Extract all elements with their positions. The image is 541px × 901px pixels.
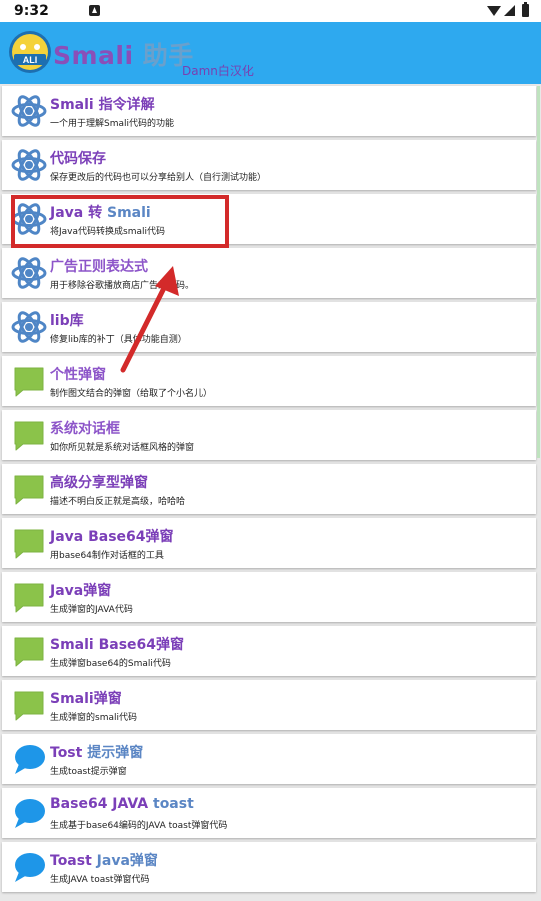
app-logo-icon: ALI [9, 31, 51, 73]
chat-square-icon [14, 691, 44, 721]
app-bar: ALI Smali 助手 Damn白汉化 [0, 22, 541, 84]
list-item-title: Java Base64弹窗 [50, 529, 174, 545]
list-item-description: 生成基于base64编码的JAVA toast弹窗代码 [50, 821, 228, 831]
list-item-title: lib库 [50, 313, 84, 329]
list-item-description: 用base64制作对话框的工具 [50, 551, 164, 561]
list-item-description: 制作图文结合的弹窗（给取了个小名儿） [50, 389, 213, 399]
chat-square-icon [14, 529, 44, 559]
wifi-icon [487, 6, 501, 16]
list-item-title: 高级分享型弹窗 [50, 475, 148, 491]
atom-icon [11, 311, 47, 343]
list-item-title: 代码保存 [50, 151, 106, 167]
list-item-title-part-a: Toast [50, 853, 97, 869]
list-item[interactable]: Toast Java弹窗生成JAVA toast弹窗代码 [2, 842, 536, 892]
list-item-title-part-b: toast [153, 796, 194, 812]
list-item-description: 描述不明白反正就是高级，哈哈哈 [50, 497, 186, 507]
list-item-title-part-b: 提示弹窗 [87, 745, 144, 761]
battery-icon [522, 2, 529, 17]
list-item-description: 如你所见就是系统对话框风格的弹窗 [50, 443, 195, 453]
list-item-title: Smali Base64弹窗 [50, 637, 185, 653]
list-item-description: 保存更改后的代码也可以分享给别人（自行测试功能） [50, 173, 267, 183]
list-item[interactable]: Smali Base64弹窗生成弹窗base64的Smali代码 [2, 626, 536, 676]
list-item-title-part-a: Tost [50, 745, 88, 761]
list-item[interactable]: 广告正则表达式 用于移除谷歌播放商店广告的代码。 [2, 248, 536, 298]
list-item[interactable]: 个性弹窗制作图文结合的弹窗（给取了个小名儿） [2, 356, 536, 406]
list-item[interactable]: Java Base64弹窗用base64制作对话框的工具 [2, 518, 536, 568]
list-item-description: 生成弹窗的smali代码 [50, 713, 137, 723]
list-item-description: 生成弹窗base64的Smali代码 [50, 659, 171, 669]
list-item-title: 系统对话框 [50, 421, 120, 437]
app-subtitle: Damn白汉化 [182, 64, 254, 78]
annotation-arrow-icon [120, 266, 179, 373]
chat-square-icon [14, 637, 44, 667]
atom-icon [11, 149, 47, 181]
chat-bubble-icon [15, 853, 45, 882]
list-item-description: 生成JAVA toast弹窗代码 [50, 875, 150, 885]
list-item[interactable]: 高级分享型弹窗描述不明白反正就是高级，哈哈哈 [2, 464, 536, 514]
chat-bubble-icon [15, 799, 45, 828]
chat-square-icon [14, 475, 44, 505]
chat-bubble-icon [15, 745, 45, 774]
list-item-title: Smali弹窗 [50, 691, 122, 707]
signal-icon [504, 5, 515, 16]
list-item-title: Base64 JAVA toast [50, 796, 194, 812]
highlight-box [11, 195, 229, 248]
list-item-title: 个性弹窗 [50, 367, 106, 383]
list-item-title: Smali 指令详解 [50, 97, 155, 113]
list-item-description: 一个用于理解Smali代码的功能 [50, 119, 174, 129]
list-item-title: Java弹窗 [50, 583, 112, 599]
status-bar: 9:32 [0, 0, 541, 22]
list-item[interactable]: 代码保存保存更改后的代码也可以分享给别人（自行测试功能） [2, 140, 536, 190]
list-item-title-part-a: Base64 JAVA [50, 796, 153, 812]
list-item[interactable]: Smali 指令详解一个用于理解Smali代码的功能 [2, 86, 536, 136]
status-time: 9:32 [14, 3, 49, 19]
list-item[interactable]: lib库 修复lib库的补丁（具体功能自测） [2, 302, 536, 352]
list-item-title-part-b: Java弹窗 [96, 853, 158, 869]
list-item-title: Toast Java弹窗 [50, 850, 158, 870]
scrollbar[interactable] [537, 86, 540, 458]
list-item-title: Tost 提示弹窗 [50, 742, 143, 762]
chat-square-icon [14, 583, 44, 613]
list-item-description: 生成toast提示弹窗 [50, 767, 127, 777]
app-title: Smali 助手 [53, 36, 194, 72]
notification-icon [89, 5, 100, 16]
list-item[interactable]: Java弹窗生成弹窗的JAVA代码 [2, 572, 536, 622]
svg-text:ALI: ALI [23, 55, 38, 65]
app-title-latin: Smali [53, 41, 134, 70]
list-item[interactable]: Tost 提示弹窗生成toast提示弹窗 [2, 734, 536, 784]
atom-icon [11, 95, 47, 127]
chat-square-icon [14, 421, 44, 451]
list-item[interactable]: Base64 JAVA toast 生成基于base64编码的JAVA toast… [2, 788, 536, 838]
list-item[interactable]: Smali弹窗生成弹窗的smali代码 [2, 680, 536, 730]
chat-square-icon [14, 367, 44, 397]
list-item[interactable]: 系统对话框如你所见就是系统对话框风格的弹窗 [2, 410, 536, 460]
list-item-description: 生成弹窗的JAVA代码 [50, 605, 133, 615]
atom-icon [11, 257, 47, 289]
